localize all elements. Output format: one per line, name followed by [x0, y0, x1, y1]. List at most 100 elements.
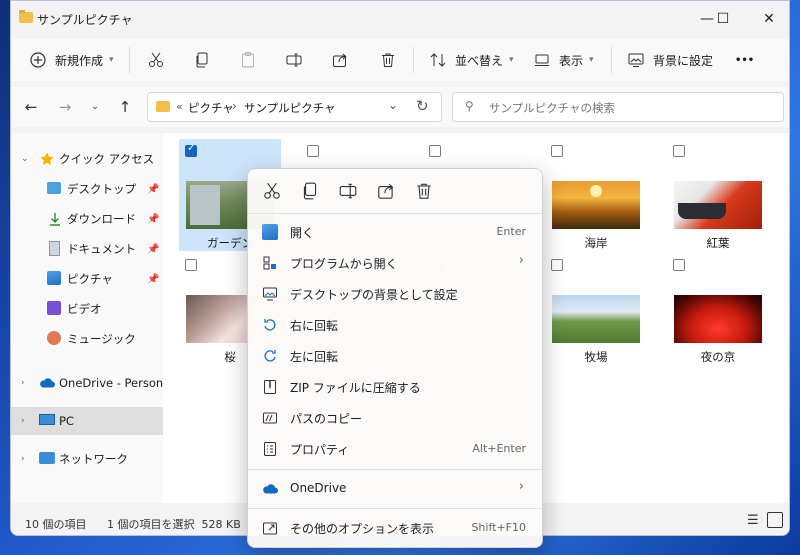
chevron-right-icon[interactable]: › [21, 378, 25, 388]
file-tile[interactable]: 海岸 [545, 139, 647, 251]
file-tile[interactable]: 牧場 [545, 253, 647, 365]
refresh-icon[interactable]: ↻ [416, 97, 429, 115]
file-tile[interactable]: 紅葉 [667, 139, 769, 251]
pin-icon[interactable]: 📌 [147, 214, 159, 225]
set-background-button[interactable]: 背景に設定 [627, 39, 713, 81]
menu-item-label: デスクトップの背景として設定 [290, 288, 458, 302]
selection-checkbox[interactable] [307, 145, 319, 157]
menu-item-label: パスのコピー [290, 412, 363, 426]
menu-item-label: 開く [290, 226, 315, 240]
menu-item-label: プロパティ [290, 443, 350, 457]
pin-icon[interactable]: 📌 [147, 274, 159, 285]
music-icon [47, 331, 61, 345]
menu-item-show-more-options[interactable]: その他のオプションを表示 Shift+F10 [252, 513, 538, 543]
desktop-icon [47, 182, 61, 194]
title-bar: サンプルピクチャ — ☐ ✕ [11, 1, 789, 37]
close-button[interactable]: ✕ [759, 9, 779, 29]
chevron-down-icon[interactable]: ⌄ [21, 154, 29, 164]
scissors-icon[interactable] [262, 181, 282, 201]
sidebar-item-videos[interactable]: ビデオ [11, 295, 163, 323]
recent-locations-button[interactable]: ⌄ [85, 97, 105, 117]
share-button[interactable] [331, 39, 349, 81]
sort-icon [430, 53, 446, 67]
menu-item-copy-path[interactable]: パスのコピー [252, 403, 538, 433]
selection-checkbox[interactable] [673, 145, 685, 157]
selection-checkbox[interactable] [551, 259, 563, 271]
copy-button[interactable] [193, 39, 211, 81]
sidebar-item-label: ミュージック [67, 332, 136, 346]
menu-item-rotate-right[interactable]: 右に回転 [252, 310, 538, 340]
sidebar-item-quick-access[interactable]: ⌄ クイック アクセス [11, 145, 163, 173]
address-bar[interactable]: « ピクチャ › サンプルピクチャ ⌄ ↻ [147, 92, 442, 122]
sidebar-item-onedrive[interactable]: › OneDrive - Personal [11, 369, 173, 397]
selection-info: 1 個の項目を選択 528 KB [107, 518, 241, 531]
sidebar-item-music[interactable]: ミュージック [11, 325, 163, 353]
toolbar-divider [413, 47, 414, 73]
menu-item-properties[interactable]: プロパティ Alt+Enter [252, 434, 538, 464]
toolbar-divider [611, 47, 612, 73]
share-icon [333, 53, 347, 67]
search-box[interactable]: ⚲ サンプルピクチャの検索 [452, 92, 784, 122]
sort-button[interactable]: 並べ替え ▾ [429, 39, 514, 81]
new-label: 新規作成 [55, 53, 104, 68]
thumbnail-view-icon[interactable] [767, 512, 783, 528]
chevron-down-icon: ▾ [589, 55, 594, 65]
cut-button[interactable] [147, 39, 165, 81]
back-button[interactable]: ← [21, 97, 41, 117]
sidebar-item-downloads[interactable]: ダウンロード 📌 [11, 205, 163, 233]
toolbar-divider [129, 47, 130, 73]
menu-item-set-desktop-background[interactable]: デスクトップの背景として設定 [252, 279, 538, 309]
menu-item-open-with[interactable]: プログラムから開く › [252, 248, 538, 278]
maximize-button[interactable]: ☐ [713, 9, 733, 29]
share-icon[interactable] [376, 181, 396, 201]
menu-item-open[interactable]: 開く Enter [252, 217, 538, 247]
menu-item-rotate-left[interactable]: 左に回転 [252, 341, 538, 371]
forward-button[interactable]: → [55, 97, 75, 117]
sidebar-item-network[interactable]: › ネットワーク [11, 445, 163, 473]
breadcrumb-segment[interactable]: ピクチャ [188, 100, 234, 116]
delete-button[interactable] [379, 39, 397, 81]
breadcrumb-segment[interactable]: サンプルピクチャ [244, 100, 336, 116]
sidebar-item-label: ダウンロード [67, 212, 136, 226]
pin-icon[interactable]: 📌 [147, 184, 159, 195]
sidebar-item-pc[interactable]: › PC [11, 407, 163, 435]
menu-item-onedrive[interactable]: OneDrive › [252, 474, 538, 504]
details-view-icon[interactable]: ☰ [747, 513, 759, 528]
new-button[interactable]: 新規作成 ▾ [29, 39, 114, 81]
pc-icon [39, 414, 55, 425]
search-input[interactable]: サンプルピクチャの検索 [489, 100, 615, 116]
trash-icon[interactable] [414, 181, 434, 201]
file-name: 牧場 [584, 350, 608, 364]
wallpaper-icon [263, 287, 277, 301]
rename-button[interactable] [285, 39, 303, 81]
sidebar-item-label: ピクチャ [67, 272, 113, 286]
selection-checkbox[interactable] [185, 259, 197, 271]
onedrive-icon [40, 378, 55, 388]
onedrive-icon [263, 484, 278, 494]
chevron-right-icon: › [518, 253, 524, 268]
more-button[interactable]: ••• [735, 39, 754, 81]
view-button[interactable]: 表示 ▾ [533, 39, 594, 81]
selection-checkbox[interactable] [673, 259, 685, 271]
sidebar-item-pictures[interactable]: ピクチャ 📌 [11, 265, 163, 293]
chevron-down-icon[interactable]: ⌄ [388, 98, 398, 112]
rename-icon[interactable] [338, 181, 358, 201]
chevron-right-icon[interactable]: › [21, 416, 25, 426]
thumbnail-detail [590, 185, 602, 197]
sidebar-item-desktop[interactable]: デスクトップ 📌 [11, 175, 163, 203]
sidebar-item-documents[interactable]: ドキュメント 📌 [11, 235, 163, 263]
file-tile[interactable]: 夜の京 [667, 253, 769, 365]
paste-button[interactable] [239, 39, 257, 81]
menu-item-compress-zip[interactable]: ZIP ファイルに圧縮する [252, 372, 538, 402]
selection-checkbox[interactable] [551, 145, 563, 157]
menu-item-label: ZIP ファイルに圧縮する [290, 381, 421, 395]
pin-icon[interactable]: 📌 [147, 244, 159, 255]
up-button[interactable]: ↑ [115, 97, 135, 117]
address-overflow[interactable]: « [176, 100, 183, 113]
set-background-label: 背景に設定 [653, 53, 714, 68]
sidebar-item-label: デスクトップ [67, 182, 136, 196]
selection-checkbox[interactable] [429, 145, 441, 157]
selection-checkbox[interactable]: ✓ [185, 143, 197, 157]
chevron-right-icon[interactable]: › [21, 454, 25, 464]
copy-icon[interactable] [300, 181, 320, 201]
